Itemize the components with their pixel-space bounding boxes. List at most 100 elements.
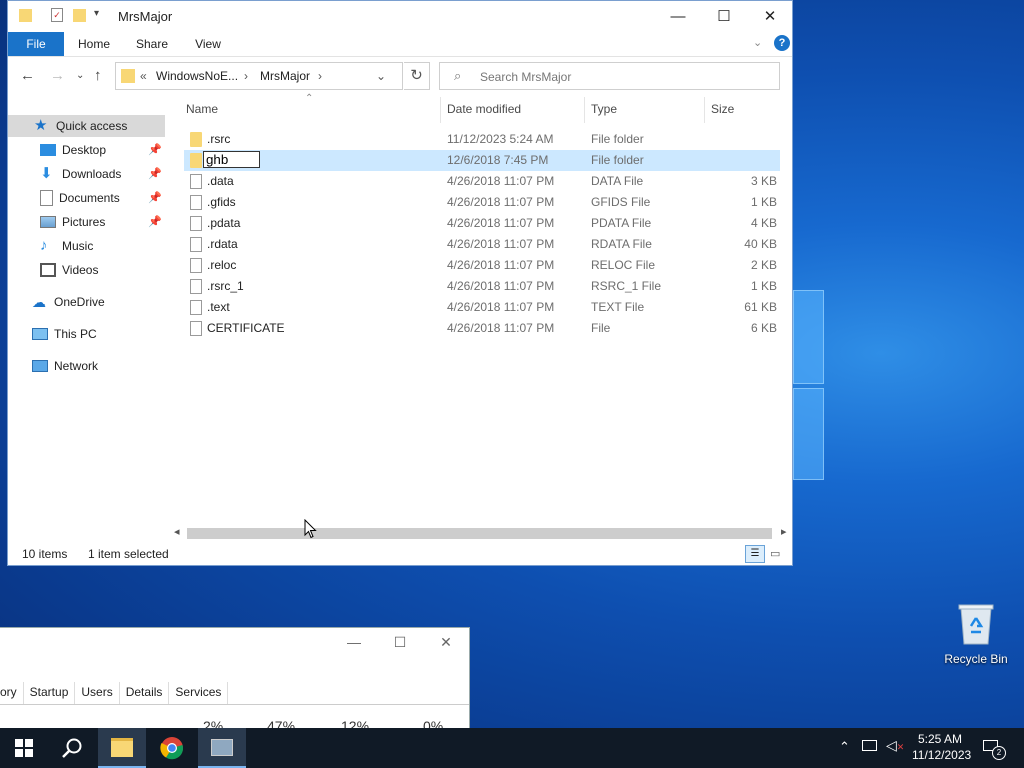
- sidebar-item-desktop[interactable]: Desktop 📌: [40, 139, 164, 161]
- minimize-button[interactable]: —: [343, 634, 365, 652]
- address-segment[interactable]: MrsMajor: [260, 69, 310, 83]
- refresh-button[interactable]: ↻: [404, 62, 430, 90]
- table-row-selected[interactable]: 12/6/2018 7:45 PM File folder: [184, 150, 780, 171]
- file-type: RELOC File: [591, 258, 656, 272]
- chevron-right-icon[interactable]: ›: [244, 69, 248, 83]
- sidebar-item-onedrive[interactable]: ☁ OneDrive: [32, 291, 164, 313]
- table-row[interactable]: .reloc 4/26/2018 11:07 PM RELOC File 2 K…: [184, 255, 780, 276]
- sidebar-item-network[interactable]: Network: [32, 355, 164, 377]
- column-header-name[interactable]: Name: [186, 102, 218, 116]
- minimize-button[interactable]: —: [655, 1, 701, 32]
- pin-icon[interactable]: 📌: [148, 211, 162, 233]
- large-icons-view-icon[interactable]: ▭: [770, 547, 780, 560]
- details-view-icon[interactable]: ☰: [745, 545, 765, 563]
- table-row[interactable]: .rsrc 11/12/2023 5:24 AM File folder: [184, 129, 780, 150]
- chevron-down-icon[interactable]: ⌄: [376, 69, 386, 83]
- recent-locations-icon[interactable]: ⌄: [76, 70, 84, 81]
- column-divider[interactable]: [440, 97, 441, 123]
- column-header-date-modified[interactable]: Date modified: [447, 102, 521, 116]
- help-icon[interactable]: ?: [774, 35, 790, 51]
- scroll-right-icon[interactable]: ▸: [781, 525, 787, 538]
- folder-icon: [190, 132, 202, 147]
- forward-arrow-icon[interactable]: →: [50, 67, 65, 84]
- taskbar-chrome[interactable]: [148, 728, 196, 768]
- table-row[interactable]: .gfids 4/26/2018 11:07 PM GFIDS File 1 K…: [184, 192, 780, 213]
- start-button[interactable]: [0, 728, 48, 768]
- search-placeholder: Search MrsMajor: [480, 70, 572, 84]
- navigation-pane: ★ Quick access Desktop 📌 ⬇ Downloads 📌 D…: [8, 97, 172, 517]
- close-button[interactable]: ✕: [747, 1, 792, 32]
- scrollbar-thumb[interactable]: [187, 528, 772, 539]
- properties-icon[interactable]: ✓: [51, 8, 63, 22]
- file-icon: [190, 216, 202, 231]
- scroll-left-icon[interactable]: ◂: [174, 525, 180, 538]
- tab-users[interactable]: Users: [75, 682, 120, 704]
- chevron-down-icon[interactable]: ▾: [94, 8, 99, 19]
- file-explorer-window[interactable]: ✓ ▾ MrsMajor — ☐ ✕ File Home Share View …: [7, 0, 793, 566]
- tab-share[interactable]: Share: [128, 32, 176, 56]
- table-row[interactable]: .text 4/26/2018 11:07 PM TEXT File 61 KB: [184, 297, 780, 318]
- sidebar-item-music[interactable]: ♪ Music: [40, 235, 164, 257]
- maximize-button[interactable]: ☐: [701, 1, 747, 32]
- sidebar-item-this-pc[interactable]: This PC: [32, 323, 164, 345]
- taskbar-task-manager[interactable]: [198, 728, 246, 768]
- back-arrow-icon[interactable]: ←: [20, 67, 35, 84]
- table-row[interactable]: .data 4/26/2018 11:07 PM DATA File 3 KB: [184, 171, 780, 192]
- table-row[interactable]: CERTIFICATE 4/26/2018 11:07 PM File 6 KB: [184, 318, 780, 339]
- tab-file[interactable]: File: [8, 32, 64, 56]
- task-manager-window[interactable]: — ☐ ✕ ory Startup Users Details Services…: [0, 627, 470, 734]
- sidebar-item-quick-access[interactable]: ★ Quick access: [34, 115, 164, 137]
- notifications-button[interactable]: 2: [980, 736, 1006, 760]
- address-overflow-icon[interactable]: «: [140, 69, 147, 83]
- file-size: 4 KB: [750, 216, 777, 230]
- search-button[interactable]: [48, 728, 96, 768]
- address-segment[interactable]: WindowsNoE...: [156, 69, 238, 83]
- file-name: .gfids: [207, 195, 236, 209]
- tab-home[interactable]: Home: [70, 32, 118, 56]
- chevron-right-icon[interactable]: ›: [318, 69, 322, 83]
- table-row[interactable]: .rsrc_1 4/26/2018 11:07 PM RSRC_1 File 1…: [184, 276, 780, 297]
- sidebar-item-pictures[interactable]: Pictures 📌: [40, 211, 164, 233]
- notification-badge: 2: [992, 746, 1006, 760]
- network-status-icon[interactable]: [862, 740, 877, 751]
- pin-icon[interactable]: 📌: [148, 187, 162, 209]
- system-clock[interactable]: 5:25 AM 11/12/2023: [912, 731, 971, 763]
- tab-startup[interactable]: Startup: [24, 682, 76, 704]
- recycle-bin[interactable]: Recycle Bin: [940, 602, 1012, 666]
- pin-icon[interactable]: 📌: [148, 139, 162, 161]
- sidebar-item-documents[interactable]: Documents 📌: [40, 187, 164, 209]
- sidebar-item-downloads[interactable]: ⬇ Downloads 📌: [40, 163, 164, 185]
- file-name: .pdata: [207, 216, 241, 230]
- address-bar[interactable]: « WindowsNoE... › MrsMajor › ⌄: [115, 62, 403, 90]
- volume-muted-icon[interactable]: ◁✕: [886, 737, 904, 754]
- tab-memory-history[interactable]: ory: [0, 682, 24, 704]
- sidebar-item-videos[interactable]: Videos: [40, 259, 164, 281]
- file-icon: [190, 300, 202, 315]
- horizontal-scrollbar[interactable]: ◂ ▸: [172, 525, 792, 542]
- taskbar-file-explorer[interactable]: [98, 728, 146, 768]
- chevron-up-icon[interactable]: ⌃: [839, 739, 850, 755]
- tab-view[interactable]: View: [184, 32, 232, 56]
- column-divider[interactable]: [584, 97, 585, 123]
- column-divider[interactable]: [704, 97, 705, 123]
- file-type: RSRC_1 File: [591, 279, 662, 293]
- new-folder-icon[interactable]: [73, 9, 86, 22]
- file-date: 4/26/2018 11:07 PM: [447, 237, 555, 251]
- file-type: File folder: [591, 153, 644, 167]
- rename-input[interactable]: [203, 151, 260, 168]
- tab-details[interactable]: Details: [120, 682, 170, 704]
- search-input[interactable]: ⌕ Search MrsMajor: [439, 62, 780, 90]
- table-row[interactable]: .pdata 4/26/2018 11:07 PM PDATA File 4 K…: [184, 213, 780, 234]
- pin-icon[interactable]: 📌: [148, 163, 162, 185]
- column-header-type[interactable]: Type: [591, 102, 617, 116]
- up-arrow-icon[interactable]: ↑: [94, 67, 102, 84]
- file-date: 4/26/2018 11:07 PM: [447, 300, 555, 314]
- column-header-size[interactable]: Size: [711, 102, 734, 116]
- title-bar[interactable]: ✓ ▾ MrsMajor — ☐ ✕: [8, 1, 792, 32]
- chevron-down-icon[interactable]: ⌄: [753, 36, 762, 49]
- tab-services[interactable]: Services: [169, 682, 229, 704]
- maximize-button[interactable]: ☐: [389, 634, 411, 652]
- table-row[interactable]: .rdata 4/26/2018 11:07 PM RDATA File 40 …: [184, 234, 780, 255]
- close-button[interactable]: ✕: [435, 634, 457, 652]
- cloud-icon: ☁: [32, 294, 46, 310]
